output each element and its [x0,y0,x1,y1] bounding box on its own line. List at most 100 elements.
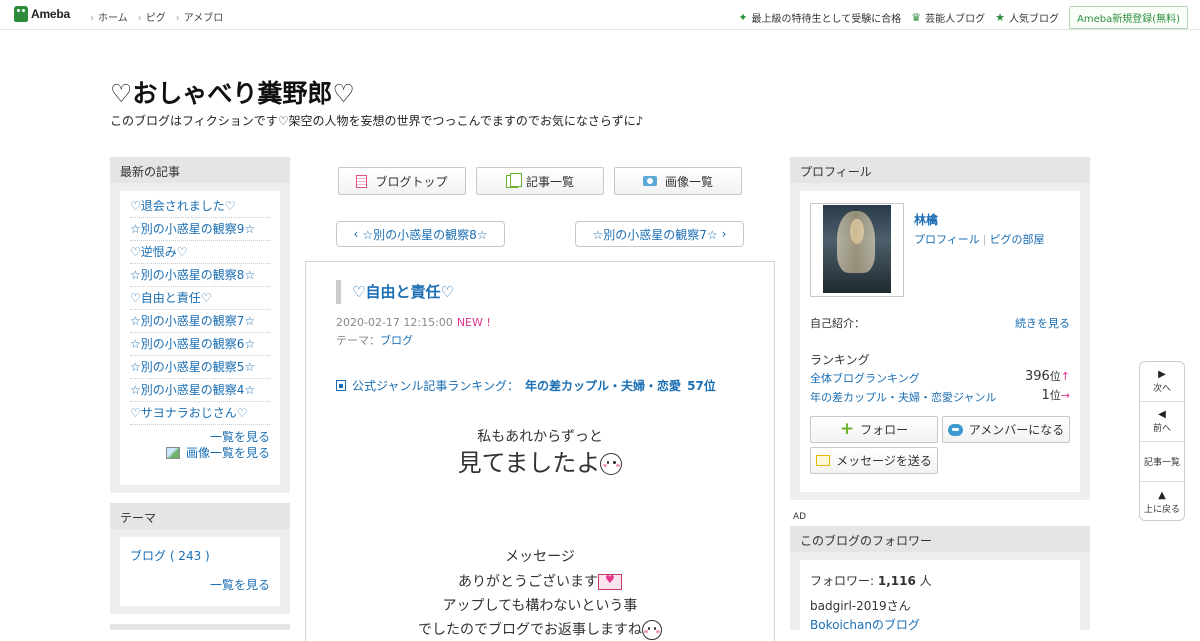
article-text-line: 私もあれからずっと [477,429,603,445]
theme-box: ブログ ( 243 ) 一覧を見る [110,529,290,614]
article: ♡自由と責任♡ 2020-02-17 12:15:00 NEW ! テーマ：ブログ… [305,261,775,641]
back-to-top-label: 上に戻る [1143,504,1180,515]
follower-blog-link[interactable]: Bokoichanのブログ [810,616,1070,633]
ameba-logo[interactable]: Ameba [14,6,70,22]
profile-link[interactable]: プロフィール [914,233,980,246]
older-article-button[interactable]: ☆別の小惑星の観察7☆ › [575,221,744,247]
profile-box: 林檎 プロフィール | ピグの部屋 自己紹介： 続きを見る ランキング 全体ブログラ… [790,183,1090,500]
theme-list: ブログ ( 243 ) 一覧を見る [120,537,280,606]
next-article-button[interactable]: ▶ 次へ [1140,362,1184,402]
profile-inner: 林檎 プロフィール | ピグの部屋 自己紹介： 続きを見る ランキング 全体ブログラ… [800,191,1080,492]
chevron-right-icon: › [721,227,727,241]
rank-unit: 位 [1049,370,1061,383]
tab-image-list[interactable]: 画像一覧 [614,167,742,195]
article-text-line: アップしても構わないという事 [442,598,638,614]
ranking-icon [336,380,346,391]
recent-article-item[interactable]: ☆別の小惑星の観察9☆ [130,218,270,241]
top-link-popular[interactable]: ★ 人気ブログ [995,10,1059,25]
overall-ranking-link[interactable]: 全体ブログランキング [810,370,920,386]
newer-article-button[interactable]: ‹ ☆別の小惑星の観察8☆ [336,221,505,247]
recent-article-item[interactable]: ☆別の小惑星の観察7☆ [130,310,270,333]
tab-image-list-label: 画像一覧 [664,174,713,189]
top-nav-home[interactable]: ホーム [90,9,128,24]
pigg-room-link[interactable]: ピグの部屋 [990,233,1045,246]
article-text-value: ありがとうございます [458,574,598,590]
ad-label: AD [793,512,807,522]
article-theme-label: テーマ： [336,334,380,347]
intro-more-link[interactable]: 続きを見る [1015,315,1070,331]
recent-article-item[interactable]: ♡サヨナラおじさん♡ [130,402,270,425]
prev-label: 前へ [1152,424,1171,434]
theme-heading: テーマ [110,503,290,529]
followers-label: フォロワー: [810,574,875,588]
tab-article-list[interactable]: 記事一覧 [476,167,604,195]
tab-article-list-label: 記事一覧 [525,174,574,189]
follower-name[interactable]: badgirl-2019さん [810,597,1070,614]
article-text-value: でしたのでブログでお返事しますね [418,622,642,638]
ameba-logo-icon [14,6,28,22]
recent-article-item[interactable]: ☆別の小惑星の観察5☆ [130,356,270,379]
theme-see-all-link[interactable]: 一覧を見る [130,577,270,593]
theme-item[interactable]: ブログ ( 243 ) [130,547,270,564]
tab-blog-top[interactable]: ブログトップ [338,167,466,195]
avatar-image [823,205,891,293]
top-nav: ホーム ピグ アメブロ [90,9,223,24]
prev-article-button[interactable]: ◀ 前へ [1140,402,1184,442]
amember-label: アメンバーになる [968,423,1065,437]
article-list-icon [505,172,522,188]
plus-icon: + [839,419,855,439]
top-link-celebrity[interactable]: ♛ 芸能人ブログ [911,10,985,25]
genre-ranking-link[interactable]: 年の差カップル・夫婦・恋愛ジャンル [810,389,996,405]
love-letter-icon [598,573,622,590]
smiley-emoji-icon [600,453,623,475]
recent-articles-heading: 最新の記事 [110,157,290,183]
profile-summary: 林檎 プロフィール | ピグの部屋 [810,201,1090,301]
profile-heading: プロフィール [790,157,1090,183]
article-theme-link[interactable]: ブログ [380,334,413,347]
top-link-popular-label: 人気ブログ [1008,14,1059,25]
recent-article-item[interactable]: ☆別の小惑星の観察8☆ [130,264,270,287]
article-list-button[interactable]: 記事一覧 [1140,442,1184,482]
article-theme: テーマ：ブログ [336,332,413,348]
top-link-celebrity-label: 芸能人ブログ [925,14,986,25]
next-section-heading [110,624,290,630]
article-title[interactable]: ♡自由と責任♡ [336,280,454,304]
rank-unit: 位 [1049,389,1061,402]
recent-article-item[interactable]: ☆別の小惑星の観察4☆ [130,379,270,402]
profile-links: プロフィール | ピグの部屋 [914,233,1045,246]
arrow-up-icon: ▲ [1158,489,1166,501]
followers-inner: フォロワー: 1,116 人 badgirl-2019さん Bokoichanの… [800,560,1080,633]
blog-description: このブログはフィクションです♡架空の人物を妄想の世界でつっこんでますのでお気にな… [110,114,644,128]
genre-ranking-genre: 年の差カップル・夫婦・恋愛 [525,379,682,393]
global-header: Ameba ホーム ピグ アメブロ ✦最上級の特待生として受験に合格 ♛芸能人ブ… [0,0,1200,30]
logo-text: Ameba [31,7,71,21]
intro-label: 自己紹介： [810,317,865,330]
genre-ranking-value: 1位→ [1042,387,1071,403]
arrow-left-icon: ◀ [1158,409,1166,420]
recent-article-item[interactable]: ♡逆恨み♡ [130,241,270,264]
followers-unit: 人 [919,574,932,588]
top-nav-ameblo[interactable]: アメブロ [176,9,224,24]
top-link-promo[interactable]: ✦ 最上級の特待生として受験に合格 [738,10,901,25]
profile-name[interactable]: 林檎 [914,211,938,228]
back-to-top-button[interactable]: ▲ 上に戻る [1140,482,1184,522]
register-button[interactable]: Ameba新規登録(無料) [1068,6,1188,29]
recent-article-item[interactable]: ♡自由と責任♡ [130,287,270,310]
blog-title[interactable]: ♡おしゃべり糞野郎♡ [110,74,355,110]
article-text-line: ありがとうございます [306,571,774,591]
see-all-articles-link[interactable]: 一覧を見る [130,429,270,445]
followers-box: フォロワー: 1,116 人 badgirl-2019さん Bokoichanの… [790,552,1090,633]
genre-ranking[interactable]: 公式ジャンル記事ランキング： 年の差カップル・夫婦・恋愛 57位 [336,377,716,394]
amember-button[interactable]: アメンバーになる [942,416,1070,443]
avatar[interactable] [810,203,904,297]
send-message-button[interactable]: メッセージを送る [810,447,938,474]
see-images-link[interactable]: 画像一覧を見る [130,445,270,461]
recent-article-item[interactable]: ☆別の小惑星の観察6☆ [130,333,270,356]
top-right-links: ✦ 最上級の特待生として受験に合格 ♛ 芸能人ブログ ★ 人気ブログ Ameba新規登… [738,6,1188,29]
recent-articles-box: ♡退会されました♡ ☆別の小惑星の観察9☆ ♡逆恨み♡ ☆別の小惑星の観察8☆ … [110,183,290,493]
recent-article-item[interactable]: ♡退会されました♡ [130,195,270,218]
top-nav-pigg[interactable]: ピグ [138,9,166,24]
follow-button[interactable]: + フォロー [810,416,938,443]
followers-count-row: フォロワー: 1,116 人 [810,572,1070,589]
see-images-label: 画像一覧を見る [185,446,270,460]
